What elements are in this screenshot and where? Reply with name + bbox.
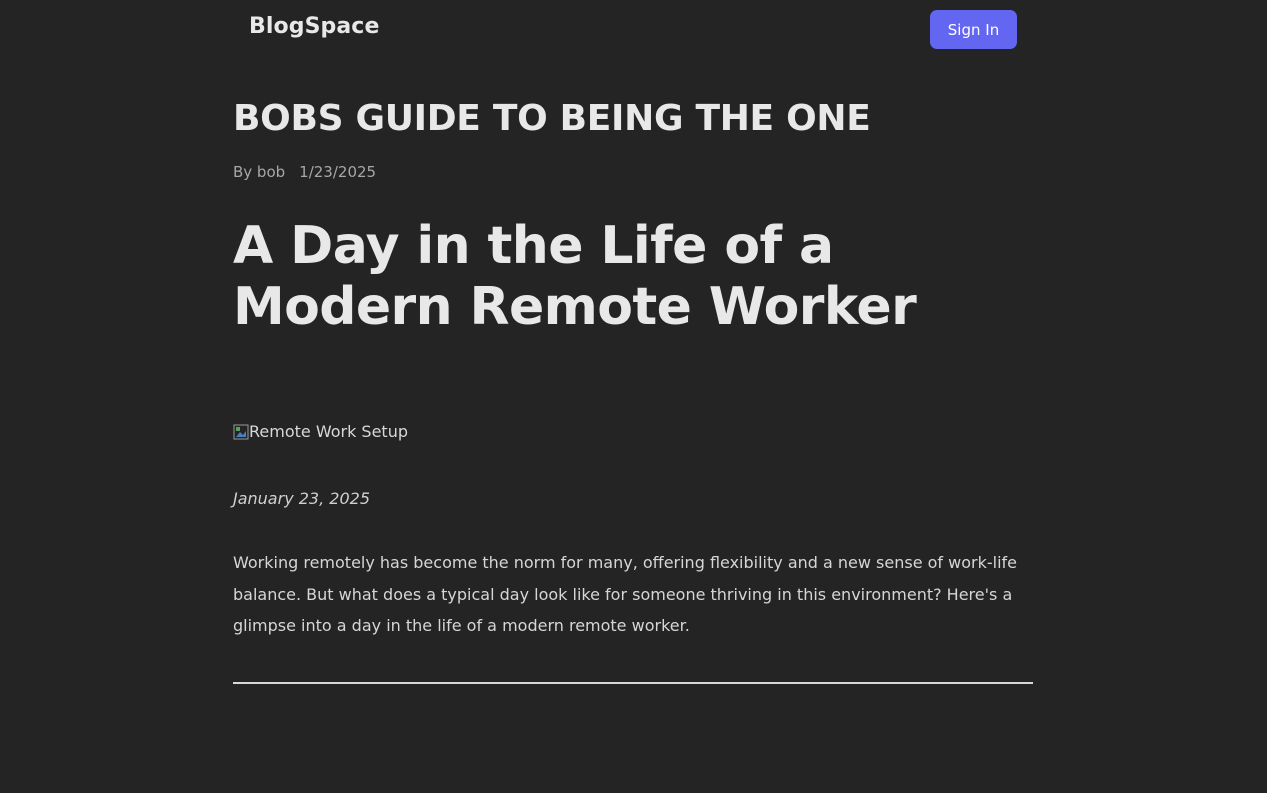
post-meta: By bob 1/23/2025 bbox=[233, 163, 376, 181]
article-title: A Day in the Life of a Modern Remote Wor… bbox=[233, 216, 917, 337]
article-intro: Working remotely has become the norm for… bbox=[233, 553, 1017, 635]
sign-in-button[interactable]: Sign In bbox=[930, 10, 1017, 49]
broken-image-icon bbox=[233, 424, 249, 440]
post-title: BOBS GUIDE TO BEING THE ONE bbox=[233, 98, 871, 139]
brand-logo[interactable]: BlogSpace bbox=[249, 14, 379, 39]
article-image: Remote Work Setup bbox=[233, 422, 408, 441]
image-alt-text: Remote Work Setup bbox=[249, 422, 408, 441]
divider bbox=[233, 682, 1033, 684]
top-nav: BlogSpace Sign In bbox=[0, 0, 1267, 58]
published-date: January 23, 2025 bbox=[233, 489, 370, 508]
post-date: 1/23/2025 bbox=[299, 163, 377, 181]
post-author: By bob bbox=[233, 163, 286, 181]
